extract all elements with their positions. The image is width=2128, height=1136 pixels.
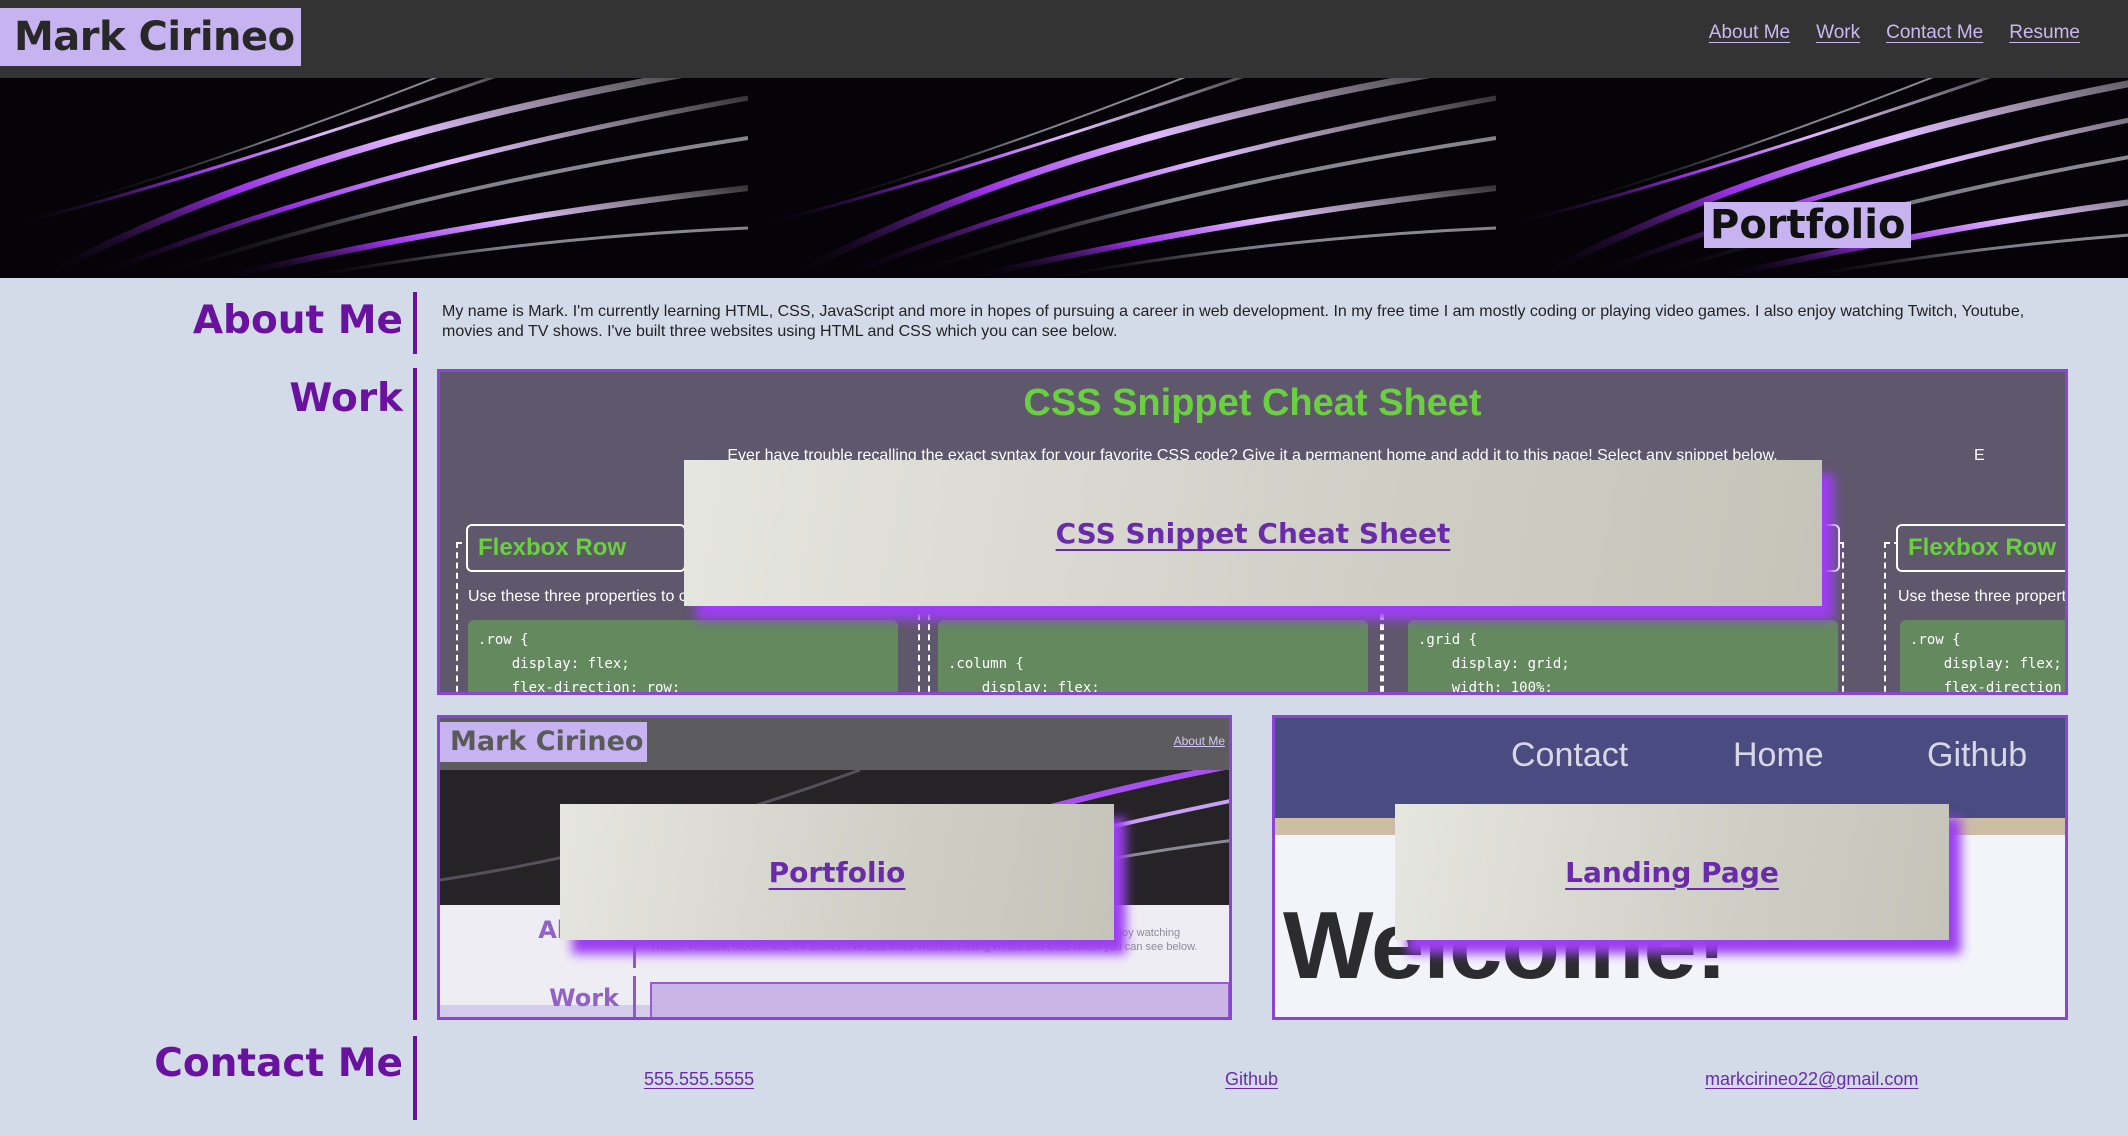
- project-overlay: Landing Page: [1395, 804, 1949, 940]
- preview-nav-github: Github: [1927, 736, 2028, 774]
- main-nav: About Me Work Contact Me Resume: [1705, 22, 2084, 44]
- site-brand[interactable]: Mark Cirineo: [0, 8, 301, 66]
- contact-email-link[interactable]: markcirineo22@gmail.com: [1705, 1069, 1918, 1090]
- snippet-desc: Use these three properties to c: [468, 588, 687, 605]
- about-divider: [413, 292, 417, 354]
- preview-header: Mark Cirineo About Me: [440, 718, 1229, 770]
- preview-nav: About Me: [1173, 734, 1225, 748]
- preview-nav-bar: Contact Home Github: [1275, 718, 2065, 818]
- snippet-code: .grid { display: grid; width: 100%;: [1408, 620, 1838, 692]
- snippet-code: .row { display: flex; flex-direction: [1900, 620, 2065, 692]
- site-header: Mark Cirineo About Me Work Contact Me Re…: [0, 0, 2128, 78]
- preview-brand: Mark Cirineo: [440, 722, 648, 762]
- about-text: My name is Mark. I'm currently learning …: [442, 303, 2025, 340]
- hero-banner: Portfolio: [0, 78, 2128, 278]
- preview-cut-text: E: [1974, 447, 1985, 464]
- preview-section-work: Work: [549, 984, 619, 1012]
- contact-github-link[interactable]: Github: [1225, 1069, 1278, 1090]
- project-link-cheat-sheet[interactable]: CSS Snippet Cheat Sheet: [1056, 517, 1451, 550]
- preview-nav-contact: Contact: [1511, 736, 1629, 774]
- project-link-portfolio[interactable]: Portfolio: [769, 856, 906, 889]
- preview-work-box: [650, 982, 1229, 1017]
- work-heading: Work: [289, 376, 403, 421]
- snippet-code: .row { display: flex; flex-direction: ro…: [468, 620, 898, 692]
- contact-divider: [413, 1036, 417, 1120]
- preview-nav-home: Home: [1733, 736, 1824, 774]
- snippet-desc: Use these three propert: [1898, 588, 2067, 605]
- project-link-landing[interactable]: Landing Page: [1565, 856, 1779, 889]
- nav-link-resume[interactable]: Resume: [2005, 22, 2084, 44]
- nav-link-contact[interactable]: Contact Me: [1882, 22, 1987, 44]
- project-card-landing[interactable]: Contact Home Github Welcome! Landing Pag…: [1272, 715, 2068, 1020]
- work-divider: [413, 368, 417, 1020]
- about-heading: About Me: [192, 298, 403, 343]
- contact-heading: Contact Me: [154, 1041, 403, 1086]
- nav-link-about[interactable]: About Me: [1705, 22, 1794, 44]
- contact-phone-link[interactable]: 555.555.5555: [644, 1069, 754, 1090]
- hero-background-image: [0, 78, 2128, 278]
- snippet-title: Flexbox Row: [466, 524, 686, 572]
- project-card-cheat-sheet[interactable]: CSS Snippet Cheat Sheet Ever have troubl…: [437, 369, 2068, 695]
- project-overlay: CSS Snippet Cheat Sheet: [684, 460, 1822, 606]
- project-overlay: Portfolio: [560, 804, 1114, 940]
- snippet-title: Flexbox Row: [1896, 524, 2065, 572]
- preview-divider: [633, 976, 636, 1017]
- preview-title: CSS Snippet Cheat Sheet: [1023, 382, 1482, 424]
- nav-link-work[interactable]: Work: [1812, 22, 1864, 44]
- hero-title: Portfolio: [1704, 202, 1912, 248]
- snippet-code: .column { display: flex;: [938, 620, 1368, 692]
- project-card-portfolio[interactable]: Mark Cirineo About Me About career in we…: [437, 715, 1232, 1020]
